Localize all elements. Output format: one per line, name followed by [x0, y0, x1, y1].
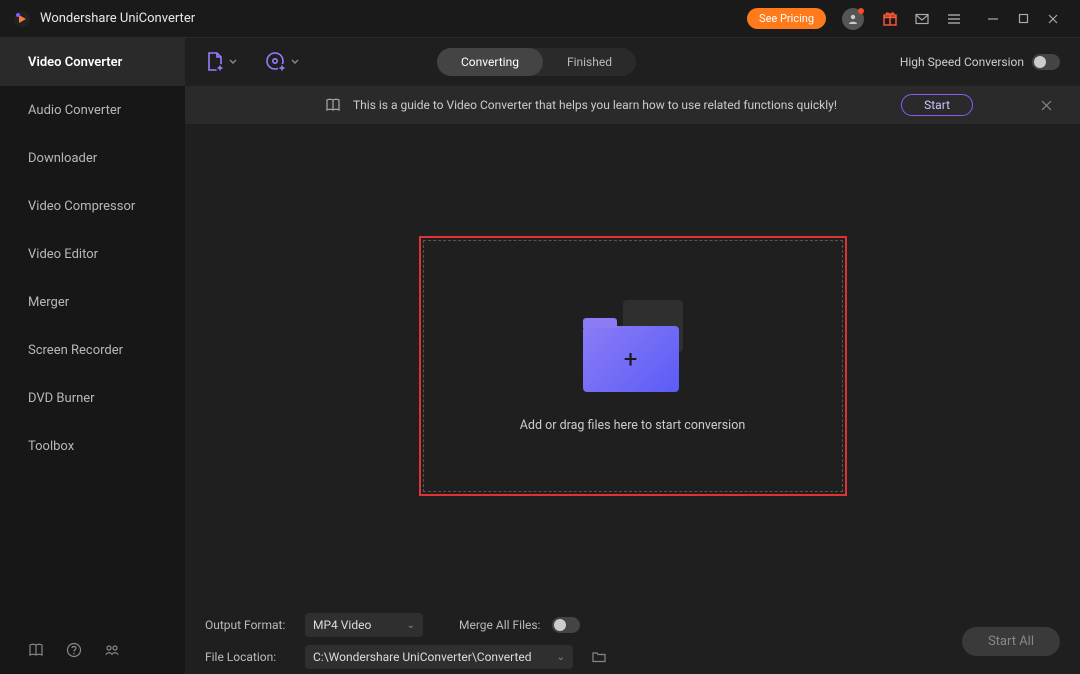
- dropzone[interactable]: + Add or drag files here to start conver…: [423, 240, 843, 492]
- sidebar-item-video-converter[interactable]: Video Converter: [0, 38, 185, 86]
- file-location-value: C:\Wondershare UniConverter\Converted: [313, 650, 532, 664]
- sidebar-item-screen-recorder[interactable]: Screen Recorder: [0, 326, 185, 374]
- merge-all-toggle[interactable]: [552, 617, 580, 633]
- sidebar-item-video-editor[interactable]: Video Editor: [0, 230, 185, 278]
- open-folder-icon[interactable]: [591, 649, 607, 665]
- sidebar-item-toolbox[interactable]: Toolbox: [0, 422, 185, 470]
- sidebar-item-audio-converter[interactable]: Audio Converter: [0, 86, 185, 134]
- chevron-down-icon: [229, 58, 237, 66]
- notification-dot-icon: [858, 8, 864, 14]
- status-tabs: Converting Finished: [437, 48, 636, 76]
- bottom-bar: Output Format: MP4 Video ⌄ Merge All Fil…: [185, 608, 1080, 674]
- mail-icon[interactable]: [908, 5, 936, 33]
- sidebar: Video Converter Audio Converter Download…: [0, 38, 185, 674]
- sidebar-item-dvd-burner[interactable]: DVD Burner: [0, 374, 185, 422]
- tab-converting[interactable]: Converting: [437, 48, 543, 76]
- sidebar-item-label: Video Editor: [28, 247, 98, 262]
- book-icon: [325, 97, 341, 113]
- folder-icon: +: [583, 300, 683, 392]
- start-all-button[interactable]: Start All: [962, 627, 1060, 656]
- app-title: Wondershare UniConverter: [40, 11, 195, 26]
- sidebar-item-label: Downloader: [28, 151, 97, 166]
- gift-icon[interactable]: [876, 5, 904, 33]
- sidebar-item-label: Video Compressor: [28, 199, 135, 214]
- sidebar-item-downloader[interactable]: Downloader: [0, 134, 185, 182]
- output-format-label: Output Format:: [205, 618, 293, 632]
- main-panel: Converting Finished High Speed Conversio…: [185, 38, 1080, 674]
- high-speed-label: High Speed Conversion: [900, 55, 1024, 69]
- sidebar-item-label: Screen Recorder: [28, 343, 123, 358]
- output-format-value: MP4 Video: [313, 618, 371, 632]
- sidebar-item-label: Merger: [28, 295, 69, 310]
- file-location-label: File Location:: [205, 650, 293, 664]
- see-pricing-button[interactable]: See Pricing: [747, 8, 826, 29]
- guide-start-button[interactable]: Start: [901, 94, 973, 116]
- sidebar-item-label: DVD Burner: [28, 391, 95, 406]
- tab-finished[interactable]: Finished: [543, 48, 636, 76]
- add-file-button[interactable]: [205, 51, 237, 73]
- chevron-down-icon: [291, 58, 299, 66]
- community-icon[interactable]: [104, 642, 120, 658]
- app-logo: [12, 9, 32, 29]
- sidebar-item-label: Video Converter: [28, 55, 122, 70]
- add-disc-button[interactable]: [265, 51, 299, 73]
- guide-book-icon[interactable]: [28, 642, 44, 658]
- output-format-select[interactable]: MP4 Video ⌄: [305, 613, 423, 637]
- minimize-button[interactable]: [978, 5, 1008, 33]
- chevron-down-icon: ⌄: [557, 652, 565, 663]
- merge-label: Merge All Files:: [459, 618, 540, 632]
- guide-text: This is a guide to Video Converter that …: [353, 98, 837, 112]
- dropzone-text: Add or drag files here to start conversi…: [520, 418, 746, 433]
- sidebar-item-label: Audio Converter: [28, 103, 121, 118]
- chevron-down-icon: ⌄: [407, 620, 415, 631]
- menu-icon[interactable]: [940, 5, 968, 33]
- sidebar-item-label: Toolbox: [28, 439, 74, 454]
- help-icon[interactable]: [66, 642, 82, 658]
- maximize-button[interactable]: [1008, 5, 1038, 33]
- user-avatar-icon[interactable]: [842, 8, 864, 30]
- file-location-select[interactable]: C:\Wondershare UniConverter\Converted ⌄: [305, 645, 573, 669]
- titlebar: Wondershare UniConverter See Pricing: [0, 0, 1080, 38]
- toolbar: Converting Finished High Speed Conversio…: [185, 38, 1080, 86]
- sidebar-item-video-compressor[interactable]: Video Compressor: [0, 182, 185, 230]
- content-area: + Add or drag files here to start conver…: [185, 124, 1080, 608]
- guide-bar: This is a guide to Video Converter that …: [185, 86, 1080, 124]
- close-button[interactable]: [1038, 5, 1068, 33]
- highlight-annotation: + Add or drag files here to start conver…: [419, 236, 847, 496]
- sidebar-item-merger[interactable]: Merger: [0, 278, 185, 326]
- guide-close-button[interactable]: [1033, 100, 1060, 111]
- high-speed-toggle[interactable]: [1032, 54, 1060, 70]
